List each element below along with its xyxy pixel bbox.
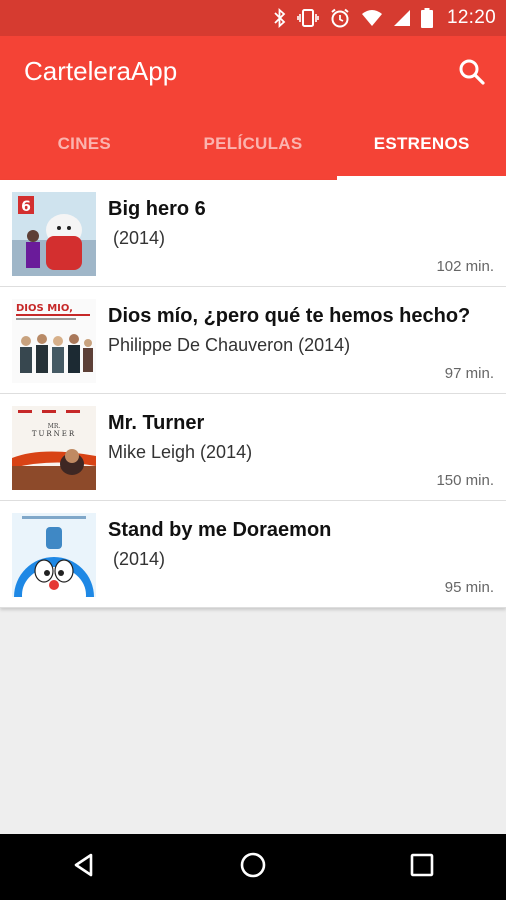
recents-button[interactable] [398, 843, 446, 891]
search-button[interactable] [454, 56, 490, 92]
movie-item-big-hero-6[interactable]: 6 Big hero 6 (2014) 102 min. [0, 180, 506, 287]
movie-title: Mr. Turner [108, 412, 205, 434]
recents-icon [410, 853, 434, 882]
status-bar: 12:20 [0, 0, 506, 36]
tab-bar: CINES PELÍCULAS ESTRENOS [0, 108, 506, 180]
battery-icon [420, 8, 433, 28]
signal-icon [393, 9, 411, 27]
alarm-icon [329, 7, 351, 29]
poster-image: 6 [12, 192, 96, 276]
movie-item-doraemon[interactable]: Stand by me Doraemon (2014) 95 min. [0, 501, 506, 608]
status-icons: 12:20 [273, 0, 496, 36]
movie-duration: 97 min. [444, 365, 494, 382]
svg-text:MR.: MR. [48, 423, 61, 430]
svg-text:DIOS MIO,: DIOS MIO, [16, 303, 73, 314]
app-title: CarteleraApp [24, 56, 178, 86]
poster-image [12, 513, 96, 597]
bluetooth-icon [273, 8, 287, 28]
back-button[interactable] [60, 843, 108, 891]
movie-item-mr-turner[interactable]: MR. TURNER Mr. Turner Mike Leigh (2014) … [0, 394, 506, 501]
search-icon [458, 58, 486, 91]
movie-duration: 102 min. [436, 258, 494, 275]
home-icon [239, 851, 267, 884]
svg-text:TURNER: TURNER [32, 430, 76, 438]
movie-title: Big hero 6 [108, 198, 206, 220]
navigation-bar [0, 834, 506, 900]
back-icon [71, 852, 97, 883]
movie-director-year: (2014) [108, 228, 166, 248]
svg-text:6: 6 [21, 199, 31, 215]
movie-director-year: Mike Leigh (2014) [108, 442, 253, 462]
movie-director-year: (2014) [108, 549, 166, 569]
home-button[interactable] [229, 843, 277, 891]
poster-image: DIOS MIO, [12, 299, 96, 383]
movie-director-year: Philippe De Chauveron (2014) [108, 335, 351, 355]
wifi-icon [361, 9, 383, 27]
tab-peliculas[interactable]: PELÍCULAS [169, 108, 338, 180]
movie-duration: 95 min. [444, 579, 494, 596]
movie-title: Stand by me Doraemon [108, 519, 332, 541]
poster-image: MR. TURNER [12, 406, 96, 490]
vibrate-icon [297, 8, 319, 28]
movie-list: 6 Big hero 6 (2014) 102 min. DIOS MIO, D… [0, 180, 506, 608]
movie-title: Dios mío, ¿pero qué te hemos hecho? [108, 305, 471, 327]
movie-duration: 150 min. [436, 472, 494, 489]
tab-estrenos[interactable]: ESTRENOS [337, 108, 506, 180]
status-time: 12:20 [446, 7, 496, 28]
movie-item-dios-mio[interactable]: DIOS MIO, Dios mío, ¿pero qué te hemos h… [0, 287, 506, 394]
tab-cines[interactable]: CINES [0, 108, 169, 180]
app-bar: CarteleraApp CINES PELÍCULAS ESTRENOS [0, 36, 506, 180]
